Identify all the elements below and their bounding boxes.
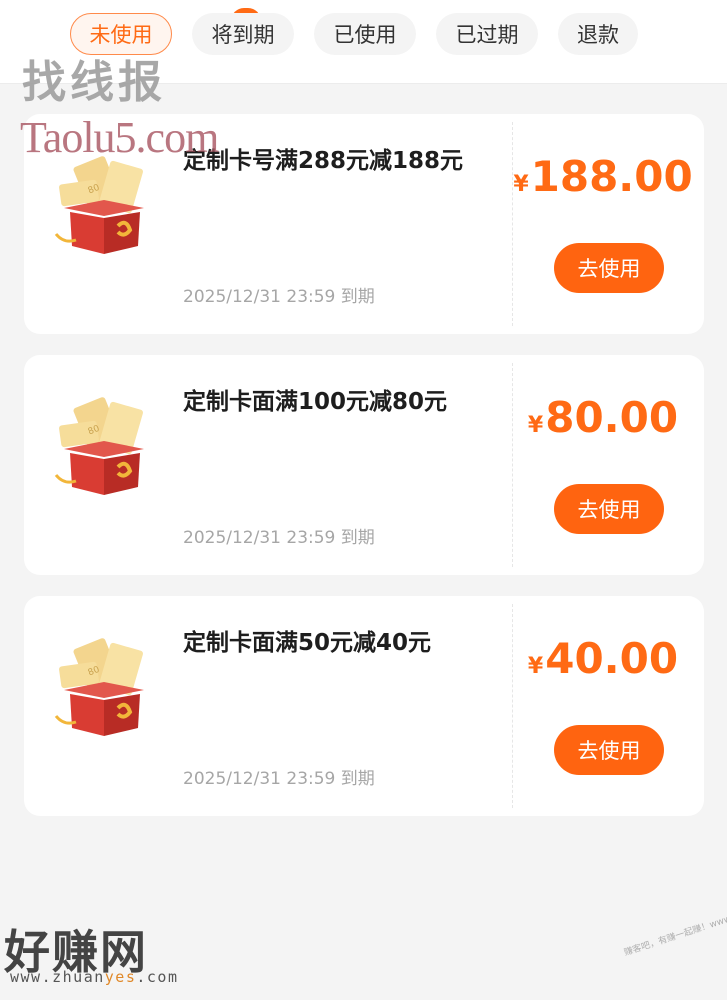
coupon-card: 80 定制卡面满100元减80元 2025/12/31 23:59 到期 ¥ 8…: [24, 355, 704, 575]
watermark-bottom-url: www.zhuanyes.com: [10, 968, 179, 986]
tab-used[interactable]: 已使用: [314, 13, 416, 55]
currency-symbol: ¥: [513, 172, 529, 197]
tab-label: 已使用: [333, 23, 397, 47]
tab-label: 将到期: [211, 23, 275, 47]
tab-expiring-soon[interactable]: 将到期: [192, 13, 294, 55]
expiry-date: 2025/12/31 23:59 到期: [183, 287, 375, 307]
gift-box-icon: 80: [54, 638, 144, 736]
coupon-page: 未使用 3 将到期 已使用 已过期 退款 80 定制卡号满288元减188元: [0, 0, 727, 1000]
coupon-title: 定制卡面满100元减80元: [183, 389, 448, 415]
currency-symbol: ¥: [527, 654, 544, 679]
gift-box-icon: 80: [54, 397, 144, 495]
watermark-url-part: www.zhuan: [10, 968, 105, 986]
coupon-title: 定制卡面满50元减40元: [183, 630, 432, 656]
tab-label: 未使用: [89, 23, 153, 47]
tab-label: 退款: [577, 23, 619, 47]
watermark-url-part: .com: [136, 968, 179, 986]
tab-refund[interactable]: 退款: [558, 13, 638, 55]
coupon-card: 80 定制卡面满50元减40元 2025/12/31 23:59 到期 ¥ 40…: [24, 596, 704, 816]
gift-box-icon: 80: [54, 156, 144, 254]
watermark-right: 赚客吧，有赚一起赚！www.zuanke8.com: [622, 895, 727, 959]
expiry-date: 2025/12/31 23:59 到期: [183, 769, 375, 789]
tab-expired[interactable]: 已过期: [436, 13, 538, 55]
watermark-url-highlight: yes: [104, 968, 137, 986]
currency-symbol: ¥: [527, 413, 544, 438]
coupon-amount: ¥ 188.00: [513, 152, 693, 201]
card-divider: [512, 363, 513, 567]
amount-value: 80.00: [545, 393, 679, 442]
coupon-amount: ¥ 40.00: [514, 634, 692, 683]
card-divider: [512, 122, 513, 326]
use-coupon-button[interactable]: 去使用: [554, 484, 664, 534]
watermark-taolu: Taolu5.com: [20, 113, 219, 162]
use-coupon-button[interactable]: 去使用: [554, 243, 664, 293]
watermark-top: 找线报: [22, 57, 166, 108]
coupon-title: 定制卡号满288元减188元: [183, 148, 464, 174]
amount-value: 188.00: [530, 152, 693, 201]
coupon-amount: ¥ 80.00: [514, 393, 692, 442]
card-divider: [512, 604, 513, 808]
tab-label: 已过期: [455, 23, 519, 47]
expiry-date: 2025/12/31 23:59 到期: [183, 528, 375, 548]
use-coupon-button[interactable]: 去使用: [554, 725, 664, 775]
amount-value: 40.00: [545, 634, 679, 683]
